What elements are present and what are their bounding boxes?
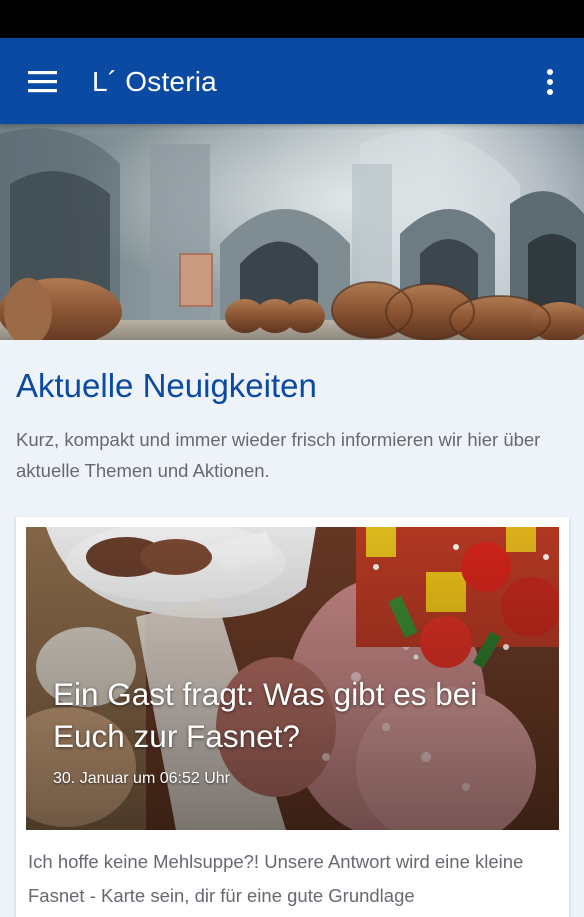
section-heading: Aktuelle Neuigkeiten xyxy=(16,367,317,404)
status-bar xyxy=(0,0,584,38)
section-intro-text: Kurz, kompakt und immer wieder frisch in… xyxy=(16,429,541,481)
navigation-menu-button[interactable] xyxy=(20,60,64,104)
news-card[interactable]: Ein Gast fragt: Was gibt es bei Euch zur… xyxy=(16,517,569,917)
overflow-menu-button[interactable] xyxy=(536,60,566,104)
news-card-title[interactable]: Ein Gast fragt: Was gibt es bei Euch zur… xyxy=(53,673,523,757)
overflow-menu-icon xyxy=(547,69,553,95)
app-title: L´ Osteria xyxy=(92,66,217,97)
app-bar: L´ Osteria xyxy=(0,38,584,124)
news-card-teaser: Ich hoffe keine Mehlsuppe?! Unsere Antwo… xyxy=(28,851,524,906)
news-card-date: 30. Januar um 06:52 Uhr xyxy=(53,770,230,787)
hero-image xyxy=(0,124,584,340)
hamburger-menu-icon xyxy=(28,71,57,93)
